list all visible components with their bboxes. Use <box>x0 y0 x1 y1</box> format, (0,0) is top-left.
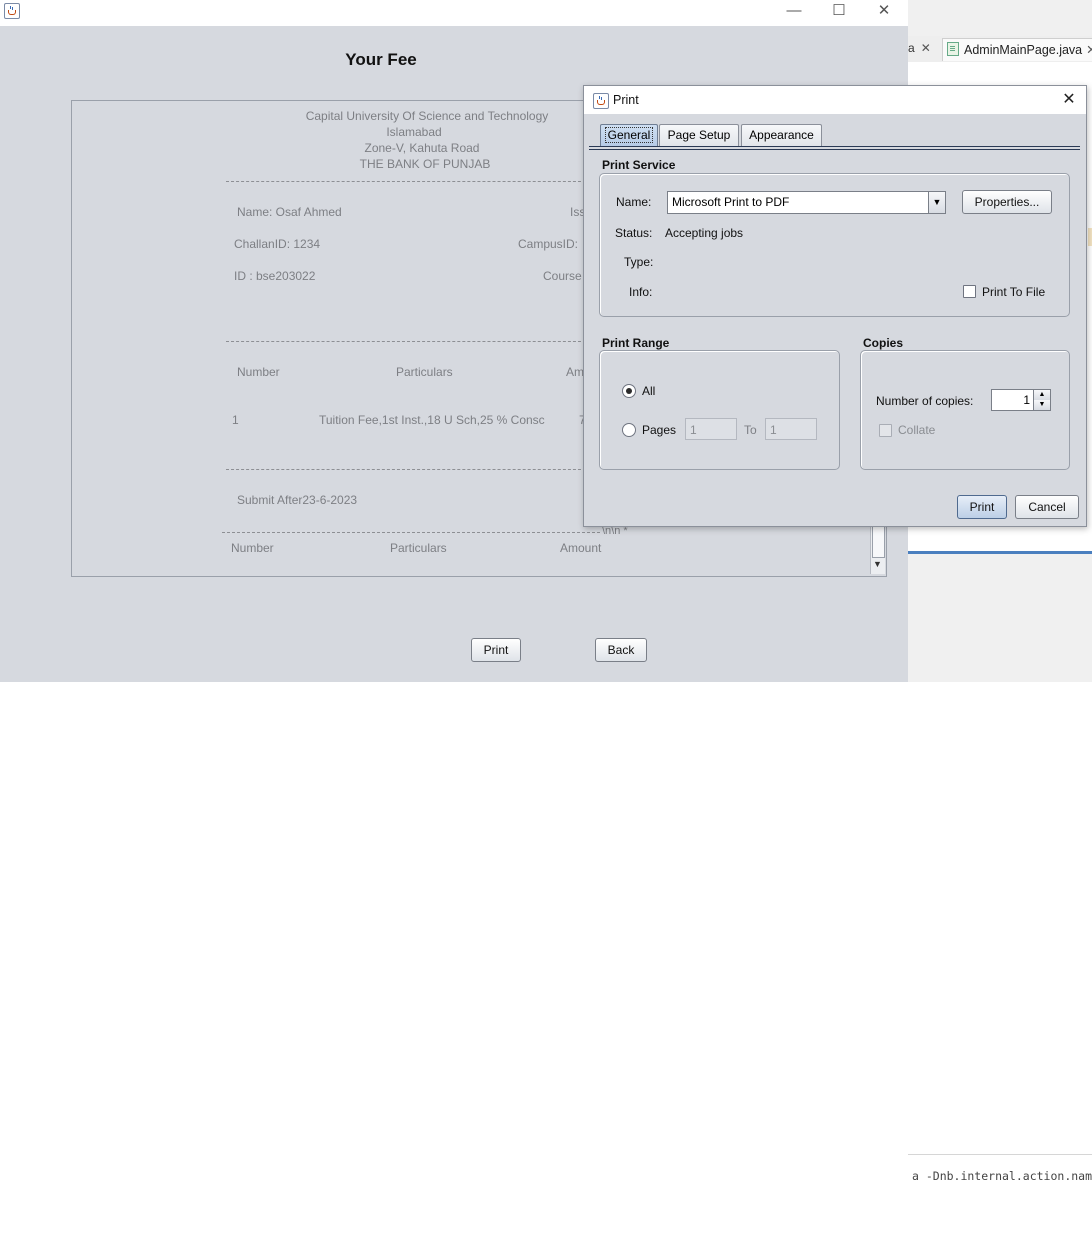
dialog-print-button[interactable]: Print <box>957 495 1007 519</box>
close-icon[interactable]: ✕ <box>1086 43 1092 57</box>
maximize-button[interactable]: ☐ <box>828 0 850 22</box>
tab-underline <box>589 146 1080 150</box>
campus-id-partial: CampusID: <box>518 237 579 251</box>
challan-id: ChallanID: 1234 <box>234 237 321 251</box>
separator-line <box>226 341 586 342</box>
copies-spinner[interactable]: 1 ▲ ▼ <box>991 389 1051 411</box>
copies-heading: Copies <box>863 336 904 350</box>
java-file-icon <box>947 42 959 56</box>
header-number-2: Number <box>231 541 274 555</box>
pages-from-field[interactable]: 1 <box>685 418 737 440</box>
separator-line <box>222 532 600 533</box>
separator-line <box>226 469 586 470</box>
to-label: To <box>744 423 757 437</box>
page-title: Your Fee <box>345 50 417 69</box>
close-icon[interactable]: ✕ <box>921 41 931 55</box>
tab-general-label: General <box>604 127 654 143</box>
chevron-down-icon[interactable]: ▼ <box>928 192 945 213</box>
pages-label[interactable]: Pages <box>642 423 676 437</box>
tab-appearance[interactable]: Appearance <box>741 124 822 146</box>
ide-output-text-area[interactable]: a -Dnb.internal.action.nam <box>908 1154 1092 1237</box>
java-app-icon <box>593 93 609 109</box>
status-value: Accepting jobs <box>665 226 744 240</box>
submit-after: Submit After23-6-2023 <box>237 493 358 507</box>
course-partial: Course <box>543 269 582 283</box>
print-range-heading: Print Range <box>602 336 670 350</box>
back-button[interactable]: Back <box>595 638 647 662</box>
scroll-down-arrow-icon[interactable]: ▼ <box>873 559 882 569</box>
student-name: Name: Osaf Ahmed <box>237 205 342 219</box>
ide-tab-partial[interactable]: a ✕ <box>908 41 931 55</box>
scrollbar-thumb[interactable] <box>872 525 885 558</box>
print-service-heading: Print Service <box>602 158 676 172</box>
row-particulars: Tuition Fee,1st Inst.,18 U Sch,25 % Cons… <box>319 413 545 427</box>
print-button[interactable]: Print <box>471 638 521 662</box>
student-id: ID : bse203022 <box>234 269 316 283</box>
ide-tab-partial-label: a <box>908 41 915 55</box>
header-amount-partial: Am <box>566 365 584 379</box>
copies-value: 1 <box>1023 393 1030 407</box>
header-particulars-2: Particulars <box>390 541 447 555</box>
type-label: Type: <box>624 255 654 269</box>
window-titlebar[interactable]: — ☐ ✕ <box>0 0 908 26</box>
spinner-down-icon[interactable]: ▼ <box>1034 400 1050 410</box>
separator-line <box>226 181 586 182</box>
print-to-file-checkbox[interactable] <box>963 285 976 298</box>
vertical-scrollbar[interactable]: ▼ <box>870 525 885 574</box>
number-of-copies-label: Number of copies: <box>876 394 974 408</box>
info-label: Info: <box>629 285 653 299</box>
dialog-cancel-button[interactable]: Cancel <box>1015 495 1079 519</box>
pages-radio[interactable] <box>622 423 636 437</box>
ide-output-panel: a -Dnb.internal.action.nam <box>908 554 1092 1237</box>
tab-page-setup-label: Page Setup <box>667 128 731 142</box>
close-button[interactable]: ✕ <box>873 0 895 22</box>
tab-page-setup[interactable]: Page Setup <box>659 124 739 146</box>
print-range-group <box>599 350 840 470</box>
printer-name-select[interactable]: Microsoft Print to PDF ▼ <box>667 191 946 214</box>
name-label: Name: <box>616 195 652 209</box>
header-particulars: Particulars <box>396 365 453 379</box>
header-amount-2: Amount <box>560 541 602 555</box>
all-label[interactable]: All <box>642 384 655 398</box>
header-number: Number <box>237 365 280 379</box>
print-dialog: Print ✕ General Page Setup Appearance Pr… <box>583 85 1087 527</box>
print-to-file-label[interactable]: Print To File <box>982 285 1045 299</box>
tab-appearance-label: Appearance <box>749 128 814 142</box>
ide-margin-marker <box>1088 228 1092 246</box>
tab-general[interactable]: General <box>600 124 658 146</box>
ide-tab-label: AdminMainPage.java <box>964 43 1083 57</box>
dialog-close-button[interactable]: ✕ <box>1058 89 1080 111</box>
dialog-titlebar[interactable]: Print ✕ <box>584 86 1086 114</box>
collate-checkbox[interactable] <box>879 424 892 437</box>
all-radio[interactable] <box>622 384 636 398</box>
properties-button[interactable]: Properties... <box>962 190 1052 214</box>
spinner-buttons: ▲ ▼ <box>1033 390 1050 410</box>
ide-editor-tabs: a ✕ AdminMainPage.java ✕ <box>908 36 1092 63</box>
minimize-button[interactable]: — <box>783 0 805 22</box>
ide-output-command: a -Dnb.internal.action.nam <box>912 1169 1092 1183</box>
pages-to-field[interactable]: 1 <box>765 418 817 440</box>
dialog-title: Print <box>613 93 639 107</box>
status-label: Status: <box>615 226 653 240</box>
printer-name-value: Microsoft Print to PDF <box>672 195 790 209</box>
ide-tab-adminmainpage[interactable]: AdminMainPage.java ✕ <box>942 38 1092 61</box>
java-app-icon <box>4 3 20 19</box>
collate-label: Collate <box>898 423 936 437</box>
row-number: 1 <box>232 413 239 427</box>
